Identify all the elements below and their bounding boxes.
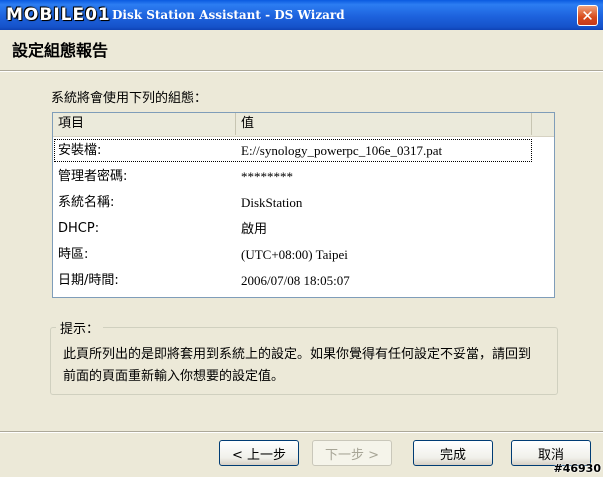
row-value: 2006/07/08 18:05:07 — [241, 273, 350, 288]
column-header-filler — [532, 113, 554, 135]
back-button[interactable]: < 上一步 — [219, 440, 299, 466]
finish-button[interactable]: 完成 — [413, 440, 493, 466]
close-icon: ✕ — [581, 6, 594, 25]
row-key: 管理者密碼: — [58, 169, 128, 184]
row-value: ******** — [241, 169, 293, 184]
list-header: 項目 值 — [53, 113, 554, 137]
row-key: DHCP: — [58, 221, 100, 236]
row-key: 安裝檔: — [58, 143, 102, 158]
footer-divider-highlight — [0, 432, 603, 433]
list-row[interactable]: 時區: (UTC+08:00) Taipei — [53, 242, 533, 267]
column-header-value[interactable]: 值 — [236, 113, 532, 135]
list-row[interactable]: 安裝檔: E://synology_powerpc_106e_0317.pat — [53, 138, 533, 163]
logo-text: MOBILE01 — [6, 5, 111, 25]
title-bar[interactable]: MOBILE01 Disk Station Assistant - DS Wiz… — [0, 0, 603, 30]
window-title: Disk Station Assistant - DS Wizard — [112, 8, 345, 22]
hint-text: 此頁所列出的是即將套用到系統上的設定。如果你覺得有任何設定不妥當，請回到前面的頁… — [63, 347, 532, 384]
intro-text: 系統將會使用下列的組態： — [51, 91, 208, 106]
list-row[interactable]: 系統名稱: DiskStation — [53, 190, 533, 215]
page-title: 設定組態報告 — [12, 41, 109, 60]
row-value: E://synology_powerpc_106e_0317.pat — [241, 143, 443, 158]
row-value: (UTC+08:00) Taipei — [241, 247, 348, 262]
divider — [0, 71, 603, 72]
list-row[interactable]: DHCP: 啟用 — [53, 216, 533, 241]
row-key: 時區: — [58, 247, 89, 262]
row-value: 啟用 — [241, 221, 268, 236]
next-button[interactable]: 下一步 > — [312, 440, 392, 466]
list-row[interactable]: 管理者密碼: ******** — [53, 164, 533, 189]
watermark: #46930 — [553, 462, 602, 475]
column-header-item[interactable]: 項目 — [53, 113, 236, 135]
wizard-window: MOBILE01 Disk Station Assistant - DS Wiz… — [0, 0, 603, 477]
close-button[interactable]: ✕ — [577, 5, 598, 26]
mobile01-logo: MOBILE01 — [6, 3, 111, 27]
row-key: 日期/時間: — [58, 273, 119, 288]
list-row[interactable]: 日期/時間: 2006/07/08 18:05:07 — [53, 268, 533, 293]
config-list[interactable]: 項目 值 安裝檔: E://synology_powerpc_106e_0317… — [52, 112, 555, 298]
row-value: DiskStation — [241, 195, 303, 210]
hint-label: 提示： — [56, 318, 104, 337]
row-key: 系統名稱: — [58, 195, 115, 210]
